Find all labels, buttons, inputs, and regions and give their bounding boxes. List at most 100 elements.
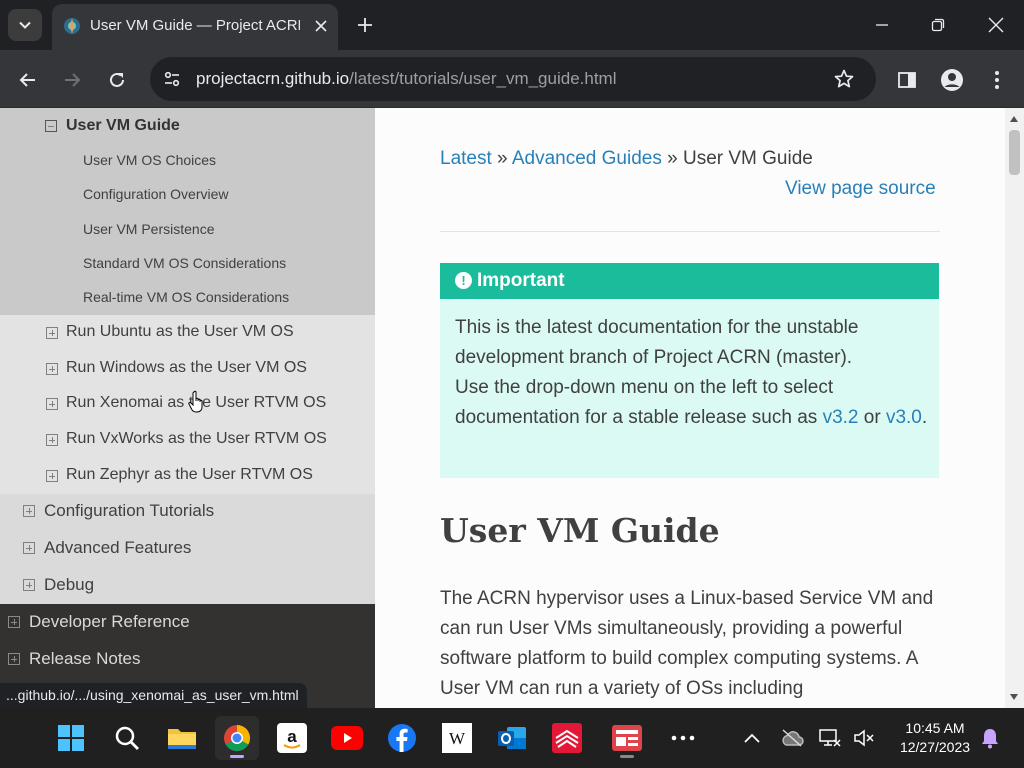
- taskbar-search-button[interactable]: [105, 716, 149, 760]
- restore-button[interactable]: [920, 8, 956, 42]
- plus-icon: [358, 18, 372, 32]
- expand-icon[interactable]: [23, 542, 35, 554]
- notifications-button[interactable]: [970, 716, 1010, 760]
- scroll-up-arrow-icon[interactable]: [1010, 116, 1018, 122]
- outlook-icon: [498, 727, 526, 749]
- expand-icon[interactable]: [46, 327, 58, 339]
- nav-section[interactable]: Advanced Features: [0, 538, 375, 562]
- show-hidden-icons-button[interactable]: [730, 716, 774, 760]
- facebook-icon: [388, 724, 416, 752]
- new-tab-button[interactable]: [352, 12, 378, 38]
- more-vert-icon: [995, 71, 999, 89]
- url-text: projectacrn.github.io/latest/tutorials/u…: [196, 69, 617, 89]
- nav-subsection[interactable]: User VM OS Choices: [0, 152, 375, 172]
- breadcrumb-separator: »: [661, 148, 683, 169]
- reload-button[interactable]: [102, 65, 132, 95]
- browser-tab-active[interactable]: User VM Guide — Project ACRN: [52, 4, 338, 50]
- address-bar[interactable]: projectacrn.github.io/latest/tutorials/u…: [150, 57, 876, 101]
- nav-label: Standard VM OS Considerations: [83, 255, 287, 271]
- version-link-v3-0[interactable]: v3.0: [886, 407, 922, 428]
- nav-label: Debug: [44, 575, 95, 594]
- tab-search-button[interactable]: [8, 9, 42, 41]
- nav-subsection[interactable]: Configuration Overview: [0, 186, 375, 206]
- scrollbar-thumb[interactable]: [1009, 130, 1020, 175]
- nav-subsection[interactable]: User VM Persistence: [0, 221, 375, 241]
- wikipedia-icon: W: [442, 723, 472, 753]
- expand-icon[interactable]: [46, 470, 58, 482]
- nav-item-tutorial[interactable]: Run Zephyr as the User RTVM OS: [0, 466, 375, 488]
- nav-subsection[interactable]: Real-time VM OS Considerations: [0, 289, 375, 309]
- search-icon: [115, 726, 139, 750]
- close-window-button[interactable]: [978, 8, 1014, 42]
- tab-strip: User VM Guide — Project ACRN: [0, 0, 1024, 50]
- expand-icon[interactable]: [23, 505, 35, 517]
- running-indicator: [620, 755, 634, 758]
- taskbar-news[interactable]: [605, 716, 649, 760]
- taskbar-more-button[interactable]: [661, 716, 705, 760]
- nav-section[interactable]: Configuration Tutorials: [0, 501, 375, 525]
- nav-subsection[interactable]: Standard VM OS Considerations: [0, 255, 375, 275]
- expand-icon[interactable]: [46, 398, 58, 410]
- nav-item-tutorial[interactable]: Run Windows as the User VM OS: [0, 359, 375, 381]
- active-indicator: [230, 755, 244, 758]
- tab-close-button[interactable]: [310, 15, 332, 37]
- taskbar-file-explorer[interactable]: [160, 716, 204, 760]
- collapse-icon[interactable]: [45, 120, 57, 132]
- taskbar-outlook[interactable]: [490, 716, 534, 760]
- taskbar-facebook[interactable]: [380, 716, 424, 760]
- nav-item-tutorial[interactable]: Run VxWorks as the User RTVM OS: [0, 430, 375, 452]
- forward-button[interactable]: [57, 65, 87, 95]
- minimize-button[interactable]: [864, 8, 900, 42]
- bell-icon: [982, 729, 998, 749]
- admonition-text: Use the drop-down menu on the left to se…: [455, 377, 834, 428]
- expand-icon[interactable]: [8, 616, 20, 628]
- expand-icon[interactable]: [8, 653, 20, 665]
- admonition-title-text: Important: [477, 270, 565, 291]
- bookmark-button[interactable]: [832, 67, 856, 91]
- breadcrumb-link-advanced-guides[interactable]: Advanced Guides: [512, 148, 662, 169]
- folder-icon: [168, 729, 196, 749]
- network-icon: [819, 729, 841, 747]
- back-button[interactable]: [13, 65, 43, 95]
- arrow-right-icon: [65, 73, 81, 87]
- site-info-button[interactable]: [160, 67, 184, 91]
- minimize-icon: [876, 24, 888, 26]
- nav-section[interactable]: Debug: [0, 575, 375, 599]
- nav-toplevel[interactable]: Developer Reference: [0, 612, 375, 636]
- nav-label: Real-time VM OS Considerations: [83, 289, 290, 305]
- taskbar-amazon[interactable]: a: [270, 716, 314, 760]
- acrn-favicon-icon: [64, 18, 80, 34]
- page-scrollbar[interactable]: [1005, 108, 1024, 708]
- menu-button[interactable]: [982, 65, 1012, 95]
- taskbar-youtube[interactable]: [325, 716, 369, 760]
- important-admonition: ! Important This is the latest documenta…: [440, 263, 939, 478]
- taskbar-wikipedia[interactable]: W: [435, 716, 479, 760]
- nav-label: Configuration Overview: [83, 186, 229, 202]
- start-button[interactable]: [49, 716, 93, 760]
- breadcrumb-current: User VM Guide: [682, 148, 813, 169]
- taskbar-chrome[interactable]: [215, 716, 259, 760]
- nav-label: Developer Reference: [29, 612, 190, 631]
- taskbar-bank-app[interactable]: [545, 716, 589, 760]
- avatar-icon: [941, 69, 963, 91]
- star-icon: [834, 69, 854, 88]
- side-panel-button[interactable]: [892, 65, 922, 95]
- nav-item-user-vm-guide[interactable]: User VM Guide: [0, 116, 375, 140]
- admonition-text: This is the latest documentation for the…: [455, 317, 859, 368]
- breadcrumb: Latest » Advanced Guides » User VM Guide: [440, 148, 813, 170]
- tune-icon: [164, 71, 180, 87]
- version-link-v3-2[interactable]: v3.2: [823, 407, 859, 428]
- expand-icon[interactable]: [46, 434, 58, 446]
- expand-icon[interactable]: [46, 363, 58, 375]
- expand-icon[interactable]: [23, 579, 35, 591]
- breadcrumb-link-latest[interactable]: Latest: [440, 148, 492, 169]
- nav-item-tutorial[interactable]: Run Ubuntu as the User VM OS: [0, 323, 375, 345]
- profile-button[interactable]: [937, 65, 967, 95]
- nav-toplevel[interactable]: Release Notes: [0, 649, 375, 673]
- nav-label: Advanced Features: [44, 538, 192, 557]
- view-page-source-link[interactable]: View page source: [785, 178, 936, 200]
- divider: [440, 231, 940, 232]
- scroll-down-arrow-icon[interactable]: [1010, 694, 1018, 700]
- cloud-offline-icon: [782, 729, 804, 747]
- url-path: /latest/tutorials/user_vm_guide.html: [349, 69, 617, 88]
